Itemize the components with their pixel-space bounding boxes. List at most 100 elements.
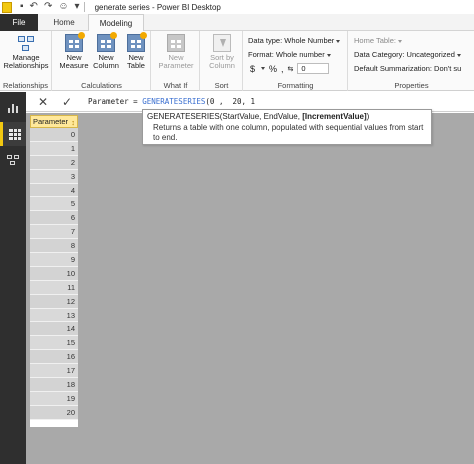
new-column-button[interactable]: New Column bbox=[91, 32, 121, 70]
smiley-icon[interactable]: ☺ bbox=[58, 1, 68, 13]
table-cell[interactable]: 12 bbox=[30, 294, 78, 309]
calculations-group-label: Calculations bbox=[81, 81, 122, 90]
table-cell[interactable]: 8 bbox=[30, 239, 78, 254]
format-icons: $ % , ⇆ 0 bbox=[250, 63, 330, 74]
table-cell[interactable]: 9 bbox=[30, 253, 78, 267]
formatting-group-label: Formatting bbox=[277, 81, 314, 90]
cancel-formula-icon[interactable]: ✕ bbox=[38, 95, 48, 109]
data-grid-area: Parameter ↕ 0 1 2 3 4 5 6 7 8 9 10 11 12 13 14 15 16 17 18… bbox=[26, 113, 474, 464]
home-table-dropdown[interactable]: Home Table: bbox=[354, 36, 402, 45]
data-type-dropdown[interactable]: Data type: Whole Number bbox=[248, 36, 341, 45]
report-view-icon bbox=[7, 103, 19, 113]
data-view-icon bbox=[8, 128, 21, 140]
function-description: Returns a table with one column, populat… bbox=[153, 123, 424, 142]
data-category-dropdown[interactable]: Data Category: Uncategorized bbox=[354, 50, 461, 59]
manage-relationships-button[interactable]: Manage Relationships bbox=[2, 34, 50, 70]
table-cell[interactable]: 1 bbox=[30, 141, 78, 156]
table-cell[interactable]: 15 bbox=[30, 336, 78, 351]
default-summarization-label: Default Summarization: Don't su bbox=[354, 64, 462, 73]
new-measure-button[interactable]: New Measure bbox=[59, 32, 89, 70]
format-caret-icon bbox=[326, 53, 331, 57]
model-view-button[interactable] bbox=[0, 148, 26, 172]
report-view-button[interactable] bbox=[0, 96, 26, 120]
group-sort: Sort by Column Sort bbox=[201, 31, 243, 91]
formula-input[interactable]: Parameter = GENERATESERIES(0 , 20, 1 bbox=[88, 97, 255, 106]
table-cell[interactable]: 7 bbox=[30, 225, 78, 240]
tab-home[interactable]: Home bbox=[44, 14, 84, 31]
title-separator bbox=[83, 2, 85, 12]
column-header[interactable]: Parameter ↕ bbox=[30, 115, 78, 128]
table-cell[interactable]: 11 bbox=[30, 280, 78, 295]
decimal-places-icon: ⇆ bbox=[287, 65, 294, 73]
decimal-places-input[interactable]: 0 bbox=[297, 63, 330, 74]
table-cell[interactable]: 14 bbox=[30, 322, 78, 337]
table-cell[interactable]: 4 bbox=[30, 183, 78, 198]
percent-icon[interactable]: % bbox=[269, 64, 277, 74]
table-cell[interactable]: 18 bbox=[30, 378, 78, 392]
tab-modeling[interactable]: Modeling bbox=[88, 14, 144, 32]
table-cell[interactable]: 20 bbox=[30, 405, 78, 420]
new-table-button[interactable]: New Table bbox=[123, 32, 149, 70]
redo-icon[interactable]: ↷ bbox=[44, 1, 52, 13]
properties-group-label: Properties bbox=[394, 81, 429, 90]
ribbon: Manage Relationships Relationships New M… bbox=[0, 31, 474, 91]
table-cell[interactable]: 10 bbox=[30, 266, 78, 281]
table-cell[interactable]: 17 bbox=[30, 364, 78, 379]
table-cell[interactable]: 13 bbox=[30, 308, 78, 323]
group-whatif: New Parameter What If bbox=[152, 31, 200, 91]
view-rail bbox=[0, 92, 26, 464]
function-signature: GENERATESERIES(StartValue, EndValue, [In… bbox=[147, 112, 427, 121]
new-parameter-button[interactable]: New Parameter bbox=[154, 34, 198, 70]
sort-icon bbox=[213, 34, 231, 52]
sort-by-column-button[interactable]: Sort by Column bbox=[203, 34, 241, 70]
new-measure-icon bbox=[65, 32, 85, 52]
formula-prefix: Parameter = bbox=[88, 97, 143, 106]
whatif-group-label: What If bbox=[163, 81, 188, 90]
table-column-parameter: Parameter ↕ 0 1 2 3 4 5 6 7 8 9 10 11 12 13 14 15 16 17 18… bbox=[30, 115, 78, 427]
sort-by-column-label: Sort by Column bbox=[209, 53, 235, 70]
new-table-icon bbox=[127, 32, 147, 52]
save-icon[interactable]: ▪ bbox=[20, 1, 24, 13]
signature-optional-arg: [IncrementValue] bbox=[302, 112, 367, 121]
commit-formula-icon[interactable]: ✓ bbox=[62, 95, 72, 109]
table-cell[interactable]: 2 bbox=[30, 155, 78, 170]
tab-file[interactable]: File bbox=[0, 14, 38, 31]
currency-icon[interactable]: $ bbox=[250, 64, 255, 74]
data-view-button[interactable] bbox=[0, 122, 26, 146]
group-calculations: New Measure New Column New Table Calcula… bbox=[53, 31, 151, 91]
currency-caret-icon[interactable] bbox=[261, 67, 266, 70]
powerbi-logo-icon bbox=[2, 1, 12, 13]
comma-icon[interactable]: , bbox=[281, 64, 284, 74]
table-cell[interactable]: 3 bbox=[30, 169, 78, 184]
data-category-caret-icon bbox=[456, 53, 461, 57]
format-label: Format: Whole number bbox=[248, 50, 325, 59]
signature-start: GENERATESERIES(StartValue, EndValue, bbox=[147, 112, 303, 121]
function-tooltip: GENERATESERIES(StartValue, EndValue, [In… bbox=[142, 109, 432, 145]
table-cell[interactable]: 6 bbox=[30, 211, 78, 226]
group-formatting: Data type: Whole Number Format: Whole nu… bbox=[244, 31, 348, 91]
quick-access-toolbar: ▪ ↶ ↷ ☺ ▾ bbox=[20, 1, 80, 13]
customize-dropdown-icon[interactable]: ▾ bbox=[75, 1, 80, 13]
manage-relationships-label: Manage Relationships bbox=[3, 53, 49, 70]
column-header-label: Parameter bbox=[33, 117, 69, 126]
table-cell[interactable]: 19 bbox=[30, 391, 78, 406]
new-parameter-label: New Parameter bbox=[158, 53, 194, 70]
ribbon-tabs: File Home Modeling bbox=[0, 14, 474, 32]
window-title: generate series - Power BI Desktop bbox=[94, 2, 221, 12]
column-cells: 0 1 2 3 4 5 6 7 8 9 10 11 12 13 14 15 16 17 18 19 20 bbox=[30, 128, 78, 420]
data-category-label: Data Category: Uncategorized bbox=[354, 50, 455, 59]
new-column-label: New Column bbox=[93, 53, 119, 70]
formula-args: (0 , 20, 1 bbox=[205, 97, 256, 106]
relationships-group-label: Relationships bbox=[2, 81, 49, 90]
undo-icon[interactable]: ↶ bbox=[30, 1, 38, 13]
table-cell[interactable]: 16 bbox=[30, 350, 78, 365]
table-cell[interactable]: 0 bbox=[30, 128, 78, 142]
sort-group-label: Sort bbox=[214, 81, 229, 90]
new-measure-label: New Measure bbox=[59, 53, 89, 70]
format-dropdown[interactable]: Format: Whole number bbox=[248, 50, 331, 59]
model-view-icon bbox=[7, 154, 19, 166]
default-summarization-dropdown[interactable]: Default Summarization: Don't su bbox=[354, 64, 461, 73]
table-cell[interactable]: 5 bbox=[30, 197, 78, 212]
home-table-label: Home Table: bbox=[354, 36, 396, 45]
column-sort-icon[interactable]: ↕ bbox=[71, 117, 75, 128]
